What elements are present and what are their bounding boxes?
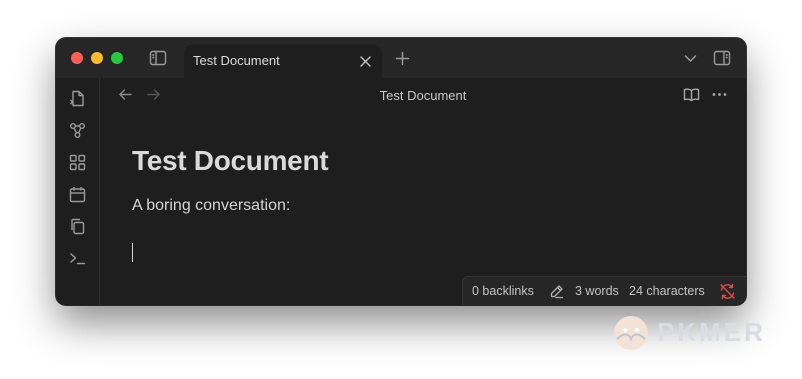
pkmer-logo-icon xyxy=(611,313,651,353)
terminal-icon[interactable] xyxy=(69,250,86,267)
more-options-icon[interactable] xyxy=(712,92,727,97)
file-switcher-icon[interactable] xyxy=(69,90,86,107)
status-bar: 0 backlinks 3 words 24 characters xyxy=(462,276,746,305)
sync-off-icon[interactable] xyxy=(719,283,736,300)
backlinks-count[interactable]: 0 backlinks xyxy=(472,284,534,298)
calendar-icon[interactable] xyxy=(69,186,86,203)
view-header-title[interactable]: Test Document xyxy=(100,88,746,103)
word-count: 3 words xyxy=(575,284,619,298)
character-count: 24 characters xyxy=(629,284,705,298)
pencil-icon[interactable] xyxy=(549,284,564,299)
tab-test-document[interactable]: Test Document xyxy=(184,45,382,78)
ribbon-sidebar xyxy=(56,78,100,305)
graph-icon[interactable] xyxy=(69,122,86,139)
close-icon[interactable] xyxy=(359,55,372,68)
window-close-button[interactable] xyxy=(71,52,83,64)
window-maximize-button[interactable] xyxy=(111,52,123,64)
document-paragraph[interactable]: A boring conversation: xyxy=(132,197,290,215)
canvas-icon[interactable] xyxy=(69,154,86,171)
book-open-icon[interactable] xyxy=(683,87,700,103)
sidebar-toggle-icon[interactable] xyxy=(149,49,167,67)
watermark-text: PKMER xyxy=(657,317,766,347)
window-minimize-button[interactable] xyxy=(91,52,103,64)
text-cursor xyxy=(132,243,133,262)
document-heading[interactable]: Test Document xyxy=(132,145,329,177)
right-sidebar-icon[interactable] xyxy=(713,49,731,67)
chevron-down-icon[interactable] xyxy=(684,54,697,63)
pkmer-watermark: PKMER xyxy=(607,311,797,356)
app-window: Test Document Test Document Test Documen… xyxy=(56,38,746,305)
editor-pane: Test Document Test Document A boring con… xyxy=(100,78,746,305)
tab-title: Test Document xyxy=(193,53,280,68)
plus-icon[interactable] xyxy=(395,51,410,66)
copy-icon[interactable] xyxy=(69,218,86,235)
title-bar: Test Document xyxy=(56,38,746,78)
